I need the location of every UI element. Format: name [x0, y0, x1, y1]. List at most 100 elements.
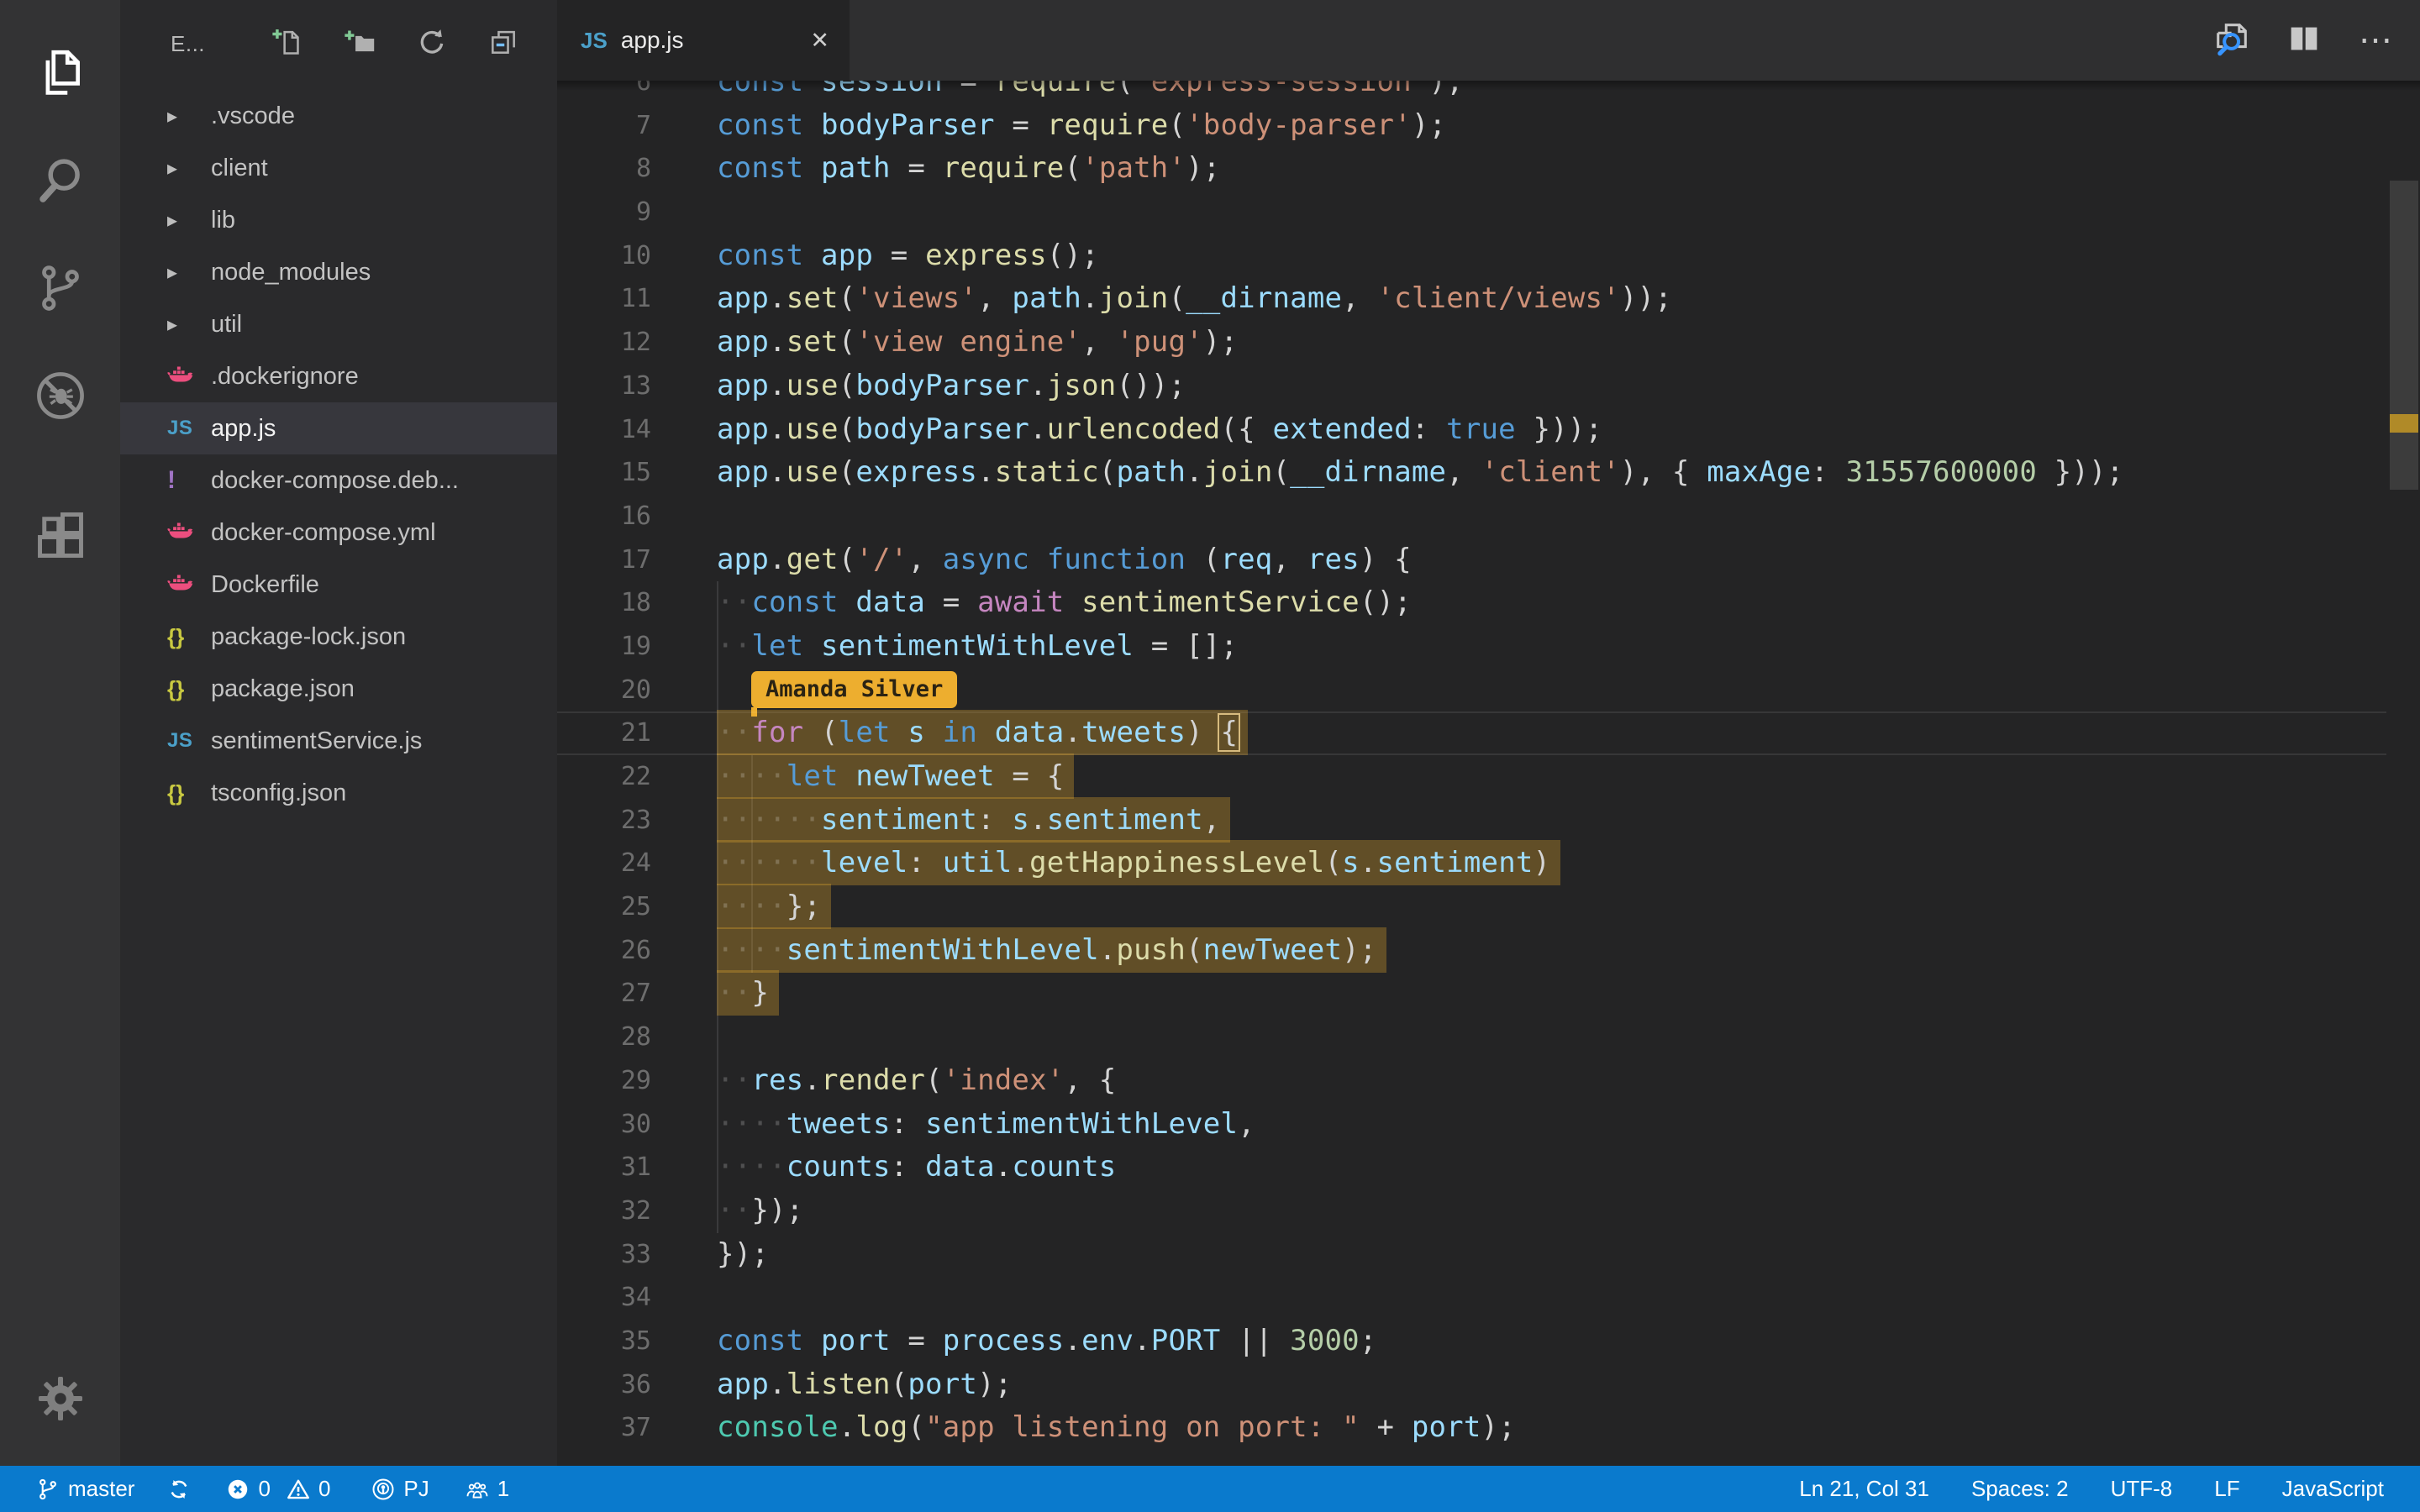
close-tab-icon[interactable]: ✕	[810, 28, 829, 54]
line-number[interactable]: 16	[557, 495, 651, 538]
line-number[interactable]: 30	[557, 1103, 651, 1147]
line-number[interactable]: 17	[557, 538, 651, 582]
code-line[interactable]: 22····let newTweet = {	[557, 755, 2386, 799]
code-line[interactable]: 13app.use(bodyParser.json());	[557, 365, 2386, 408]
line-number[interactable]: 31	[557, 1146, 651, 1189]
code-line[interactable]: 28	[557, 1016, 2386, 1059]
code-line[interactable]: 32··});	[557, 1189, 2386, 1233]
line-number[interactable]: 10	[557, 234, 651, 278]
source-control-activity-item[interactable]	[0, 254, 120, 326]
status-indentation[interactable]: Spaces: 2	[1971, 1476, 2069, 1502]
code-line[interactable]: 10const app = express();	[557, 234, 2386, 278]
line-number[interactable]: 36	[557, 1363, 651, 1407]
line-number[interactable]: 21	[557, 711, 651, 755]
code-line[interactable]: 21··for (let s in data.tweets) {	[557, 711, 2386, 755]
file-row-docker-compose-yml[interactable]: docker-compose.yml	[120, 507, 557, 559]
code-line[interactable]: 14app.use(bodyParser.urlencoded({ extend…	[557, 408, 2386, 452]
settings-activity-item[interactable]	[0, 1362, 120, 1438]
code-line[interactable]: 20Amanda Silver	[557, 669, 2386, 712]
line-number[interactable]: 20	[557, 669, 651, 712]
line-number[interactable]: 29	[557, 1059, 651, 1103]
collapse-all-button[interactable]	[487, 27, 520, 60]
file-row-sentimentservice-js[interactable]: JSsentimentService.js	[120, 715, 557, 767]
line-number[interactable]: 33	[557, 1233, 651, 1277]
more-actions-button[interactable]: ⋯	[2356, 20, 2396, 60]
extensions-activity-item[interactable]	[0, 501, 120, 573]
line-number[interactable]: 28	[557, 1016, 651, 1059]
editor-scrollbar[interactable]	[2388, 81, 2420, 1466]
file-row--vscode[interactable]: ▸.vscode	[120, 90, 557, 142]
status-encoding[interactable]: UTF-8	[2111, 1476, 2173, 1502]
line-number[interactable]: 14	[557, 408, 651, 452]
line-number[interactable]: 27	[557, 972, 651, 1016]
status-sync[interactable]	[166, 1477, 192, 1502]
file-row-util[interactable]: ▸util	[120, 298, 557, 350]
file-row-package-lock-json[interactable]: {}package-lock.json	[120, 611, 557, 663]
split-editor-button[interactable]	[2284, 20, 2324, 60]
status-eol[interactable]: LF	[2214, 1476, 2239, 1502]
line-number[interactable]: 34	[557, 1276, 651, 1320]
code-line[interactable]: 36app.listen(port);	[557, 1363, 2386, 1407]
code-line[interactable]: 37console.log("app listening on port: " …	[557, 1406, 2386, 1450]
line-number[interactable]: 24	[557, 842, 651, 885]
code-line[interactable]: 19··let sentimentWithLevel = [];	[557, 625, 2386, 669]
tab-app-js[interactable]: JS app.js ✕	[557, 0, 850, 81]
line-number[interactable]: 35	[557, 1320, 651, 1363]
code-line[interactable]: 27··}	[557, 972, 2386, 1016]
code-line[interactable]: 35const port = process.env.PORT || 3000;	[557, 1320, 2386, 1363]
status-participants[interactable]: 1	[465, 1476, 509, 1502]
code-line[interactable]: 30····tweets: sentimentWithLevel,	[557, 1103, 2386, 1147]
code-line[interactable]: 26····sentimentWithLevel.push(newTweet);	[557, 929, 2386, 973]
scrollbar-slider[interactable]	[2390, 181, 2418, 490]
new-file-button[interactable]	[270, 27, 303, 60]
line-number[interactable]: 23	[557, 799, 651, 843]
code-line[interactable]: 24······level: util.getHappinessLevel(s.…	[557, 842, 2386, 885]
file-row-tsconfig-json[interactable]: {}tsconfig.json	[120, 767, 557, 819]
file-row-node-modules[interactable]: ▸node_modules	[120, 246, 557, 298]
line-number[interactable]: 9	[557, 191, 651, 234]
file-row-client[interactable]: ▸client	[120, 142, 557, 194]
status-live-share[interactable]: PJ	[371, 1476, 429, 1502]
status-cursor-position[interactable]: Ln 21, Col 31	[1799, 1476, 1929, 1502]
line-number[interactable]: 11	[557, 277, 651, 321]
line-number[interactable]: 15	[557, 451, 651, 495]
code-line[interactable]: 15app.use(express.static(path.join(__dir…	[557, 451, 2386, 495]
line-number[interactable]: 37	[557, 1406, 651, 1450]
code-line[interactable]: 29··res.render('index', {	[557, 1059, 2386, 1103]
line-number[interactable]: 19	[557, 625, 651, 669]
line-number[interactable]: 25	[557, 885, 651, 929]
status-language[interactable]: JavaScript	[2282, 1476, 2384, 1502]
line-number[interactable]: 18	[557, 581, 651, 625]
explorer-activity-item[interactable]	[0, 39, 120, 111]
refresh-button[interactable]	[414, 27, 448, 60]
new-folder-button[interactable]	[342, 27, 376, 60]
code-editor[interactable]: 6const session = require('express-sessio…	[557, 81, 2420, 1466]
file-row-app-js[interactable]: JSapp.js	[120, 402, 557, 454]
code-line[interactable]: 18··const data = await sentimentService(…	[557, 581, 2386, 625]
code-line[interactable]: 25····};	[557, 885, 2386, 929]
code-line[interactable]: 33});	[557, 1233, 2386, 1277]
code-line[interactable]: 11app.set('views', path.join(__dirname, …	[557, 277, 2386, 321]
line-number[interactable]: 7	[557, 104, 651, 148]
open-preview-button[interactable]	[2212, 20, 2252, 60]
debug-disabled-activity-item[interactable]	[0, 361, 120, 433]
line-number[interactable]: 32	[557, 1189, 651, 1233]
code-line[interactable]: 12app.set('view engine', 'pug');	[557, 321, 2386, 365]
code-line[interactable]: 8const path = require('path');	[557, 147, 2386, 191]
line-number[interactable]: 22	[557, 755, 651, 799]
file-row--dockerignore[interactable]: .dockerignore	[120, 350, 557, 402]
code-line[interactable]: 31····counts: data.counts	[557, 1146, 2386, 1189]
file-row-docker-compose-deb-[interactable]: !docker-compose.deb...	[120, 454, 557, 507]
code-line[interactable]: 9	[557, 191, 2386, 234]
code-line[interactable]: 34	[557, 1276, 2386, 1320]
status-errors[interactable]: 0	[225, 1476, 270, 1502]
file-row-lib[interactable]: ▸lib	[120, 194, 557, 246]
file-row-dockerfile[interactable]: Dockerfile	[120, 559, 557, 611]
code-line[interactable]: 17app.get('/', async function (req, res)…	[557, 538, 2386, 582]
line-number[interactable]: 13	[557, 365, 651, 408]
code-line[interactable]: 7const bodyParser = require('body-parser…	[557, 104, 2386, 148]
line-number[interactable]: 8	[557, 147, 651, 191]
line-number[interactable]: 12	[557, 321, 651, 365]
search-activity-item[interactable]	[0, 146, 120, 218]
status-warnings[interactable]: 0	[286, 1476, 330, 1502]
